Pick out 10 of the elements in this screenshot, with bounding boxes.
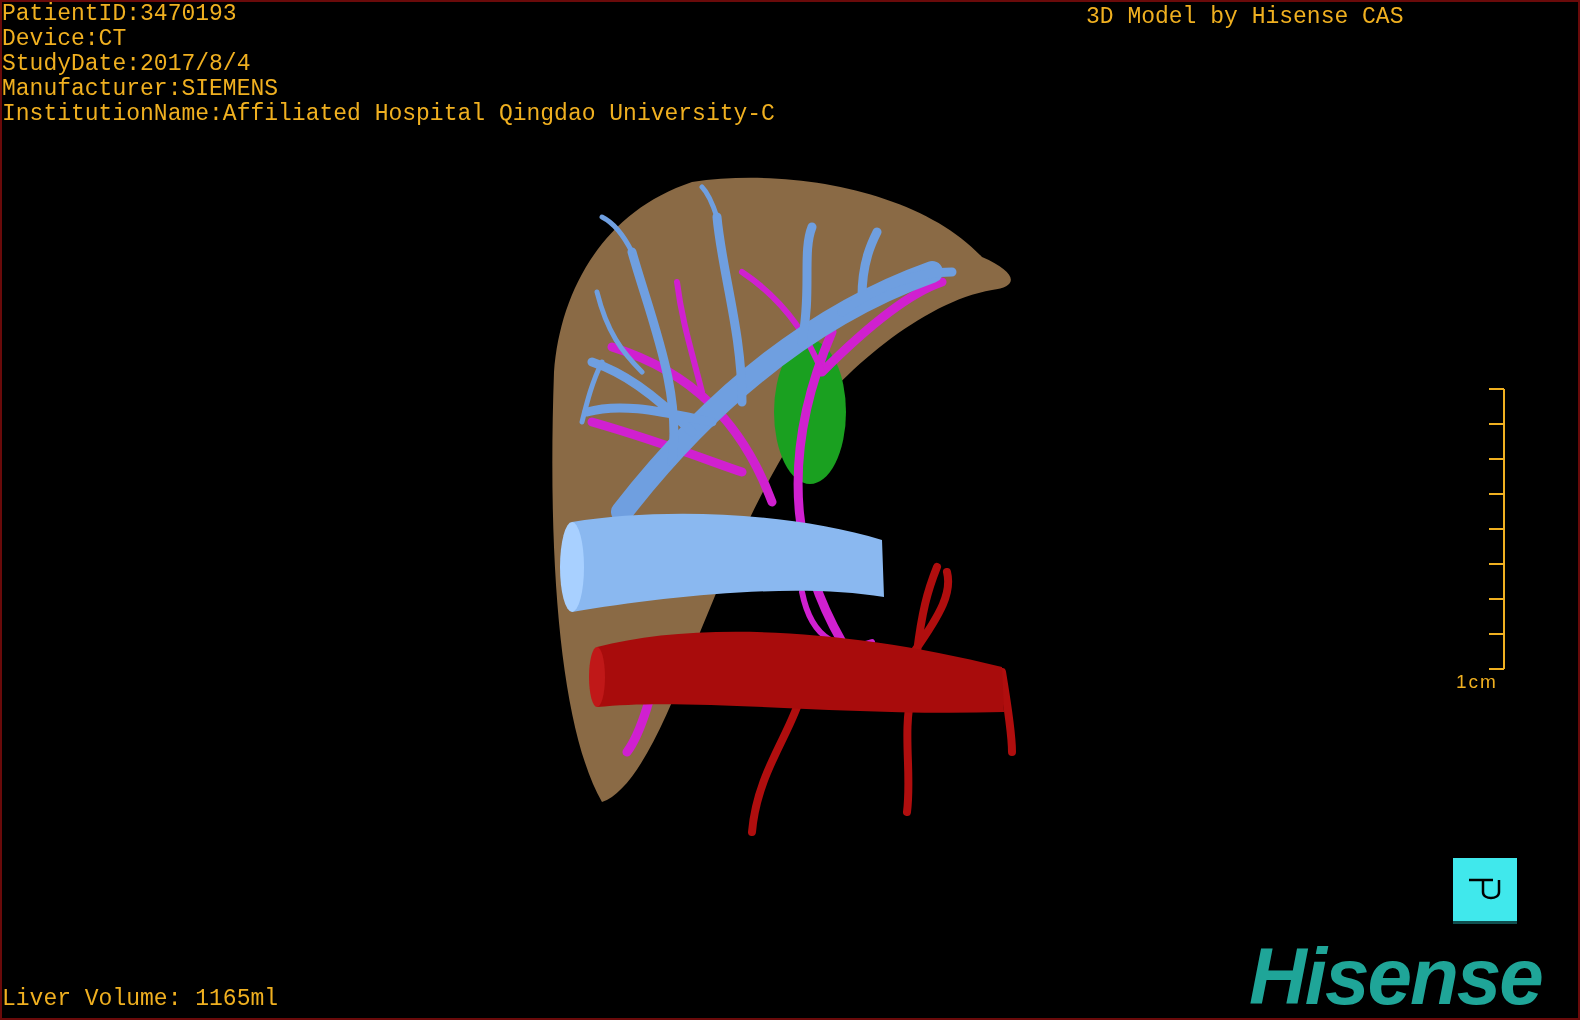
model-title: 3D Model by Hisense CAS <box>1086 3 1404 32</box>
patient-info-line: Manufacturer:SIEMENS <box>2 77 280 102</box>
patient-info-line: InstitutionName:Affiliated Hospital Qingdao University-C <box>2 102 775 127</box>
patient-info-line: Device:CT <box>2 27 128 52</box>
patient-info-line: PatientID:3470193 <box>2 2 238 27</box>
scale-label: 1cm <box>1456 671 1498 693</box>
orientation-cube-icon[interactable] <box>1453 858 1517 924</box>
brand-logo: Hisense <box>1249 937 1543 1017</box>
patient-info-line: StudyDate:2017/8/4 <box>2 52 252 77</box>
liver-volume: Liver Volume: 1165ml <box>2 987 279 1012</box>
